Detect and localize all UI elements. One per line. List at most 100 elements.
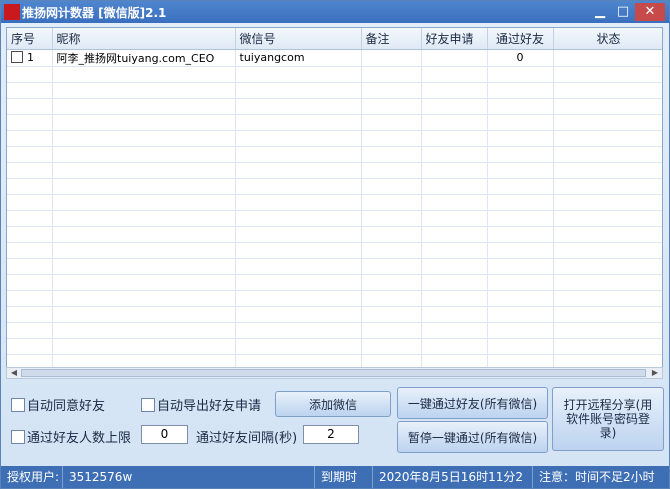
empty-cell [52, 178, 236, 195]
empty-cell [7, 210, 53, 227]
empty-cell [421, 82, 488, 99]
empty-cell [421, 98, 488, 115]
empty-cell [361, 146, 422, 163]
cell-index[interactable]: 1 [7, 49, 53, 67]
empty-cell [421, 338, 488, 355]
expiry-label: 到期时间: [315, 466, 373, 488]
empty-cell [235, 210, 362, 227]
col-index[interactable]: 序号 [7, 28, 53, 50]
empty-cell [7, 66, 53, 83]
empty-cell [553, 338, 662, 355]
empty-cell [553, 290, 662, 307]
empty-cell [487, 290, 554, 307]
accept-all-button[interactable]: 一键通过好友(所有微信) [397, 387, 548, 419]
empty-cell [52, 82, 236, 99]
empty-row [7, 178, 662, 195]
empty-cell [487, 306, 554, 323]
empty-cell [487, 82, 554, 99]
auto-accept-checkbox[interactable]: 自动同意好友 [11, 395, 105, 414]
empty-cell [421, 66, 488, 83]
wechat-table[interactable]: 序号 昵称 微信号 备注 好友申请 通过好友 状态 1 阿李_推扬网tuiyan… [6, 27, 663, 371]
scrollbar-thumb[interactable] [21, 369, 646, 377]
limit-input[interactable]: 0 [141, 425, 188, 444]
checkbox-box[interactable] [141, 397, 155, 412]
empty-cell [235, 338, 362, 355]
col-note[interactable]: 备注 [361, 28, 422, 50]
empty-cell [421, 162, 488, 179]
status-bar: 授权用户: 3512576w 到期时间: 2020年8月5日16时11分2秒 注… [1, 466, 669, 488]
empty-cell [235, 274, 362, 291]
col-wechat-id[interactable]: 微信号 [235, 28, 362, 50]
empty-cell [52, 114, 236, 131]
empty-cell [421, 114, 488, 131]
empty-cell [235, 98, 362, 115]
window-title: 推扬网计数器 [微信版]2.1 [22, 5, 167, 20]
checkbox-box[interactable] [11, 397, 25, 412]
empty-cell [52, 322, 236, 339]
empty-cell [487, 210, 554, 227]
empty-cell [52, 242, 236, 259]
empty-cell [7, 130, 53, 147]
table-row[interactable]: 1 阿李_推扬网tuiyang.com_CEO tuiyangcom 0 [7, 49, 662, 67]
empty-cell [487, 322, 554, 339]
empty-cell [7, 258, 53, 275]
empty-cell [553, 82, 662, 99]
empty-cell [361, 130, 422, 147]
empty-cell [361, 194, 422, 211]
scroll-left-icon[interactable]: ◀ [7, 368, 21, 378]
empty-cell [553, 274, 662, 291]
empty-cell [235, 242, 362, 259]
col-friend-requests[interactable]: 好友申请 [421, 28, 488, 50]
empty-row [7, 162, 662, 179]
empty-cell [487, 178, 554, 195]
empty-row [7, 274, 662, 291]
empty-cell [52, 194, 236, 211]
minimize-button[interactable]: ▁ [589, 3, 611, 21]
checkbox-box[interactable] [11, 429, 25, 444]
empty-cell [487, 338, 554, 355]
empty-cell [7, 146, 53, 163]
empty-cell [52, 146, 236, 163]
empty-cell [421, 274, 488, 291]
empty-cell [487, 162, 554, 179]
scroll-right-icon[interactable]: ▶ [648, 368, 662, 378]
empty-cell [361, 98, 422, 115]
empty-cell [553, 322, 662, 339]
empty-cell [553, 306, 662, 323]
empty-cell [7, 290, 53, 307]
auto-export-checkbox[interactable]: 自动导出好友申请 [141, 395, 261, 414]
pause-accept-button[interactable]: 暂停一键通过(所有微信) [397, 421, 548, 453]
empty-cell [7, 82, 53, 99]
add-wechat-button[interactable]: 添加微信 [275, 391, 391, 417]
empty-cell [52, 306, 236, 323]
limit-checkbox[interactable]: 通过好友人数上限 [11, 427, 131, 446]
empty-cell [361, 322, 422, 339]
close-button[interactable]: ✕ [635, 3, 665, 21]
col-accepted[interactable]: 通过好友 [487, 28, 554, 50]
empty-cell [553, 194, 662, 211]
maximize-button[interactable]: □ [612, 3, 634, 21]
empty-cell [235, 130, 362, 147]
empty-cell [52, 338, 236, 355]
empty-cell [487, 146, 554, 163]
open-remote-share-button[interactable]: 打开远程分享(用软件账号密码登录) [552, 387, 664, 451]
user-value: 3512576w [63, 466, 315, 488]
empty-cell [421, 210, 488, 227]
empty-cell [487, 242, 554, 259]
title-bar[interactable]: 推扬网计数器 [微信版]2.1 ▁ □ ✕ [1, 1, 669, 23]
empty-cell [361, 162, 422, 179]
col-nickname[interactable]: 昵称 [52, 28, 236, 50]
cell-note [361, 49, 422, 67]
empty-cell [421, 290, 488, 307]
empty-row [7, 130, 662, 147]
empty-cell [235, 162, 362, 179]
controls-panel: 自动同意好友 自动导出好友申请 添加微信 一键通过好友(所有微信) 打开远程分享… [1, 383, 670, 453]
empty-cell [52, 226, 236, 243]
interval-input[interactable]: 2 [303, 425, 359, 444]
empty-cell [487, 258, 554, 275]
empty-cell [7, 226, 53, 243]
empty-cell [361, 290, 422, 307]
row-checkbox[interactable] [11, 51, 23, 63]
col-status[interactable]: 状态 [553, 28, 662, 50]
horizontal-scrollbar[interactable]: ◀ ▶ [6, 367, 663, 379]
